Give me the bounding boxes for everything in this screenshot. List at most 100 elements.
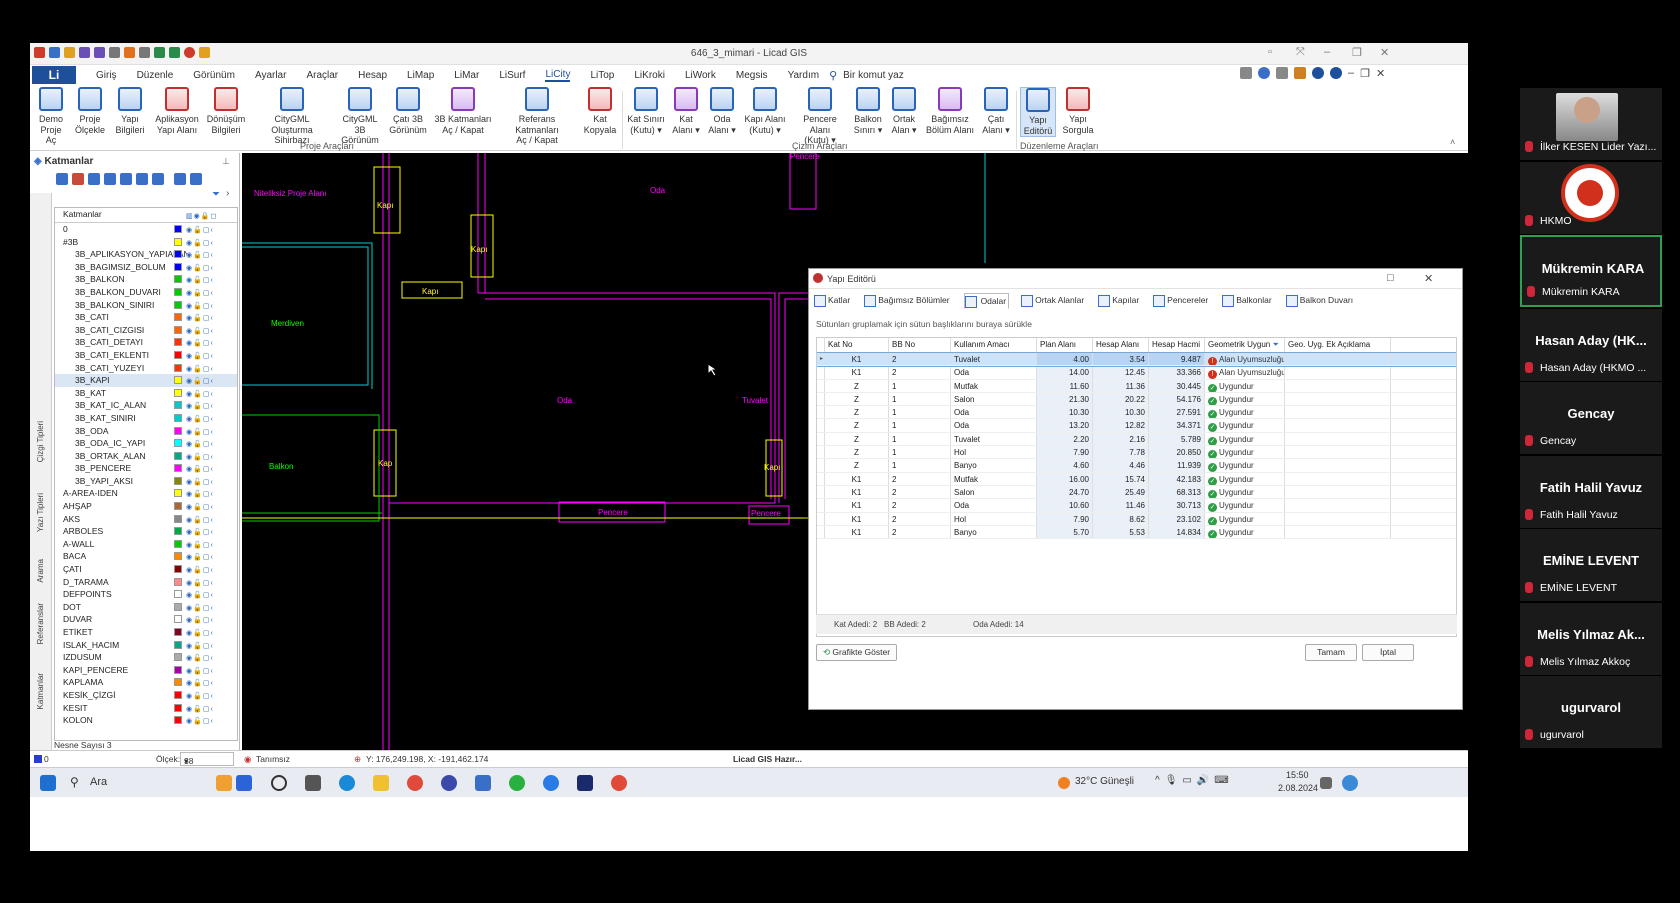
layer-row[interactable]: 3B_ODA_IC_YAPI ◉🔓▢‹	[55, 437, 237, 450]
cell-geo-aciklama[interactable]	[1285, 512, 1391, 525]
cell-plan-alani[interactable]: 10.30	[1037, 406, 1093, 419]
cell-plan-alani[interactable]: 16.00	[1037, 472, 1093, 485]
table-row[interactable]: Z 1 Oda 10.30 10.30 27.591 ✓ Uygundur	[817, 406, 1456, 420]
layer-row[interactable]: 3B_BAGIMSIZ_BOLUM ◉🔓▢‹	[55, 261, 237, 274]
cell-geo-aciklama[interactable]	[1285, 459, 1391, 472]
cortana-icon[interactable]	[271, 775, 287, 791]
layer-color-swatch[interactable]	[174, 489, 182, 498]
layer-row[interactable]: KAPI_PENCERE ◉🔓▢‹	[55, 664, 237, 677]
col-plan-alani[interactable]: Plan Alanı	[1037, 338, 1093, 352]
cell-kullanim-amaci[interactable]: Banyo	[951, 525, 1037, 539]
cell-bb-no[interactable]: 2	[889, 472, 951, 485]
layer-color-swatch[interactable]	[174, 514, 182, 523]
document-icon[interactable]	[1276, 67, 1288, 79]
layer-filter-icon[interactable]	[136, 173, 148, 185]
toggle-reference-layers-button[interactable]: Referans Katmanları Aç / Kapat	[498, 87, 576, 146]
cell-kat-no[interactable]: Z	[825, 446, 889, 459]
cell-geometrik-uygun[interactable]: ✓ Uygundur	[1205, 459, 1285, 472]
menu-gorunum[interactable]: Görünüm	[193, 70, 235, 81]
cell-kullanim-amaci[interactable]: Mutfak	[951, 472, 1037, 485]
cell-bb-no[interactable]: 1	[889, 379, 951, 392]
layer-row[interactable]: 3B_CATI_DETAYI ◉🔓▢‹	[55, 336, 237, 349]
table-row[interactable]: Z 1 Salon 21.30 20.22 54.176 ✓ Uygundur	[817, 392, 1456, 407]
layer-color-swatch[interactable]	[174, 703, 182, 712]
merge-layer-icon[interactable]	[104, 173, 116, 185]
layer-visibility-lock-icons[interactable]: ◉🔓▢‹	[186, 364, 214, 375]
layer-row[interactable]: 3B_ODA ◉🔓▢‹	[55, 425, 237, 438]
participant-tile[interactable]: Hasan Aday (HK... Hasan Aday (HKMO ...	[1520, 308, 1662, 381]
cell-hesap-hacmi[interactable]: 30.445	[1149, 379, 1205, 392]
layer-state-icon[interactable]	[120, 173, 132, 185]
layer-row[interactable]: 3B_CATI_EKLENTI ◉🔓▢‹	[55, 349, 237, 362]
cell-hesap-hacmi[interactable]: 11.939	[1149, 459, 1205, 472]
layer-color-swatch[interactable]	[174, 678, 182, 687]
layer-visibility-lock-icons[interactable]: ◉🔓▢‹	[186, 603, 214, 614]
chrome-profile-icon[interactable]	[611, 775, 627, 791]
cell-hesap-hacmi[interactable]: 14.834	[1149, 525, 1205, 539]
layer-visibility-lock-icons[interactable]: ◉🔓▢‹	[186, 376, 214, 387]
table-row[interactable]: Z 1 Oda 13.20 12.82 34.371 ✓ Uygundur	[817, 419, 1456, 433]
weather-text[interactable]: 32°C Güneşli	[1075, 776, 1134, 787]
cell-geo-aciklama[interactable]	[1285, 485, 1391, 499]
layer-color-swatch[interactable]	[174, 388, 182, 397]
cell-plan-alani[interactable]: 14.00	[1037, 366, 1093, 379]
cell-kullanim-amaci[interactable]: Salon	[951, 485, 1037, 499]
menu-araclar[interactable]: Araçlar	[306, 70, 338, 81]
layer-visibility-lock-icons[interactable]: ◉🔓▢‹	[186, 263, 214, 274]
layer-visibility-lock-icons[interactable]: ◉🔓▢‹	[186, 275, 214, 286]
cell-bb-no[interactable]: 1	[889, 419, 951, 432]
application-area-button[interactable]: Aplikasyon Yapı Alanı	[152, 87, 202, 135]
menu-limar[interactable]: LiMar	[454, 70, 479, 81]
layer-visibility-lock-icons[interactable]: ◉🔓▢‹	[186, 590, 214, 601]
menu-yardim[interactable]: Yardım	[788, 70, 820, 81]
whatsapp-icon[interactable]	[509, 775, 525, 791]
cell-hesap-hacmi[interactable]: 42.183	[1149, 472, 1205, 485]
cell-geometrik-uygun[interactable]: ✓ Uygundur	[1205, 432, 1285, 446]
cell-bb-no[interactable]: 2	[889, 485, 951, 499]
balcony-boundary-button[interactable]: Balkon Sınırı ▾	[852, 87, 884, 135]
cell-kat-no[interactable]: K1	[825, 366, 889, 379]
cell-geo-aciklama[interactable]	[1285, 379, 1391, 392]
side-tab-line-types[interactable]: Çizgi Tipleri	[36, 421, 45, 462]
participant-tile[interactable]: EMİNE LEVENT EMİNE LEVENT	[1520, 529, 1662, 601]
layer-color-swatch[interactable]	[174, 426, 182, 435]
cell-hesap-hacmi[interactable]: 54.176	[1149, 392, 1205, 406]
tab-pencereler[interactable]: Pencereler	[1153, 293, 1210, 309]
cell-bb-no[interactable]: 2	[889, 512, 951, 525]
building-editor-button[interactable]: Yapı Editörü	[1020, 87, 1056, 137]
cell-hesap-alani[interactable]: 7.78	[1093, 446, 1149, 459]
layer-row[interactable]: DOT ◉🔓▢‹	[55, 601, 237, 614]
layer-visibility-lock-icons[interactable]: ◉🔓▢‹	[186, 515, 214, 526]
layer-color-swatch[interactable]	[174, 338, 182, 347]
cell-plan-alani[interactable]: 21.30	[1037, 392, 1093, 406]
layer-row[interactable]: 3B_YAPI_AKSI ◉🔓▢‹	[55, 475, 237, 488]
layer-visibility-lock-icons[interactable]: ◉🔓▢‹	[186, 489, 214, 500]
side-tab-search[interactable]: Arama	[36, 559, 45, 583]
cell-plan-alani[interactable]: 11.60	[1037, 379, 1093, 392]
layer-color-swatch[interactable]	[174, 237, 182, 246]
layer-row[interactable]: D_TARAMA ◉🔓▢‹	[55, 576, 237, 589]
delete-layer-icon[interactable]	[72, 173, 84, 185]
col-geo-aciklama[interactable]: Geo. Uyg. Ek Açıklama	[1285, 338, 1391, 352]
cell-hesap-alani[interactable]: 2.16	[1093, 432, 1149, 446]
cell-plan-alani[interactable]: 5.70	[1037, 525, 1093, 539]
taskbar-search[interactable]: Ara	[90, 776, 107, 788]
layer-row[interactable]: 3B_PENCERE ◉🔓▢‹	[55, 462, 237, 475]
layer-visibility-lock-icons[interactable]: ◉🔓▢‹	[186, 452, 214, 463]
menu-duzenle[interactable]: Düzenle	[137, 70, 174, 81]
cell-kullanim-amaci[interactable]: Oda	[951, 499, 1037, 512]
layer-row[interactable]: 3B_KAT_IC_ALAN ◉🔓▢‹	[55, 399, 237, 412]
cell-kullanim-amaci[interactable]: Oda	[951, 366, 1037, 379]
layer-row[interactable]: 0 ◉🔓▢‹	[55, 223, 237, 236]
layer-color-swatch[interactable]	[174, 451, 182, 460]
layer-row[interactable]: 3B_CATI_CIZGISI ◉🔓▢‹	[55, 324, 237, 337]
layer-visibility-lock-icons[interactable]: ◉🔓▢‹	[186, 338, 214, 349]
table-row[interactable]: K1 2 Oda 14.00 12.45 33.366! Alan Uyumsuzluğu	[817, 366, 1456, 380]
layer-color-swatch[interactable]	[174, 640, 182, 649]
cell-kullanim-amaci[interactable]: Hol	[951, 446, 1037, 459]
cell-bb-no[interactable]: 2	[889, 525, 951, 539]
app-menu-button[interactable]: Li	[32, 66, 76, 84]
col-hesap-hacmi[interactable]: Hesap Hacmi	[1149, 338, 1205, 352]
tab-balkonlar[interactable]: Balkonlar	[1222, 293, 1273, 309]
layer-visibility-lock-icons[interactable]: ◉🔓▢‹	[186, 628, 214, 639]
